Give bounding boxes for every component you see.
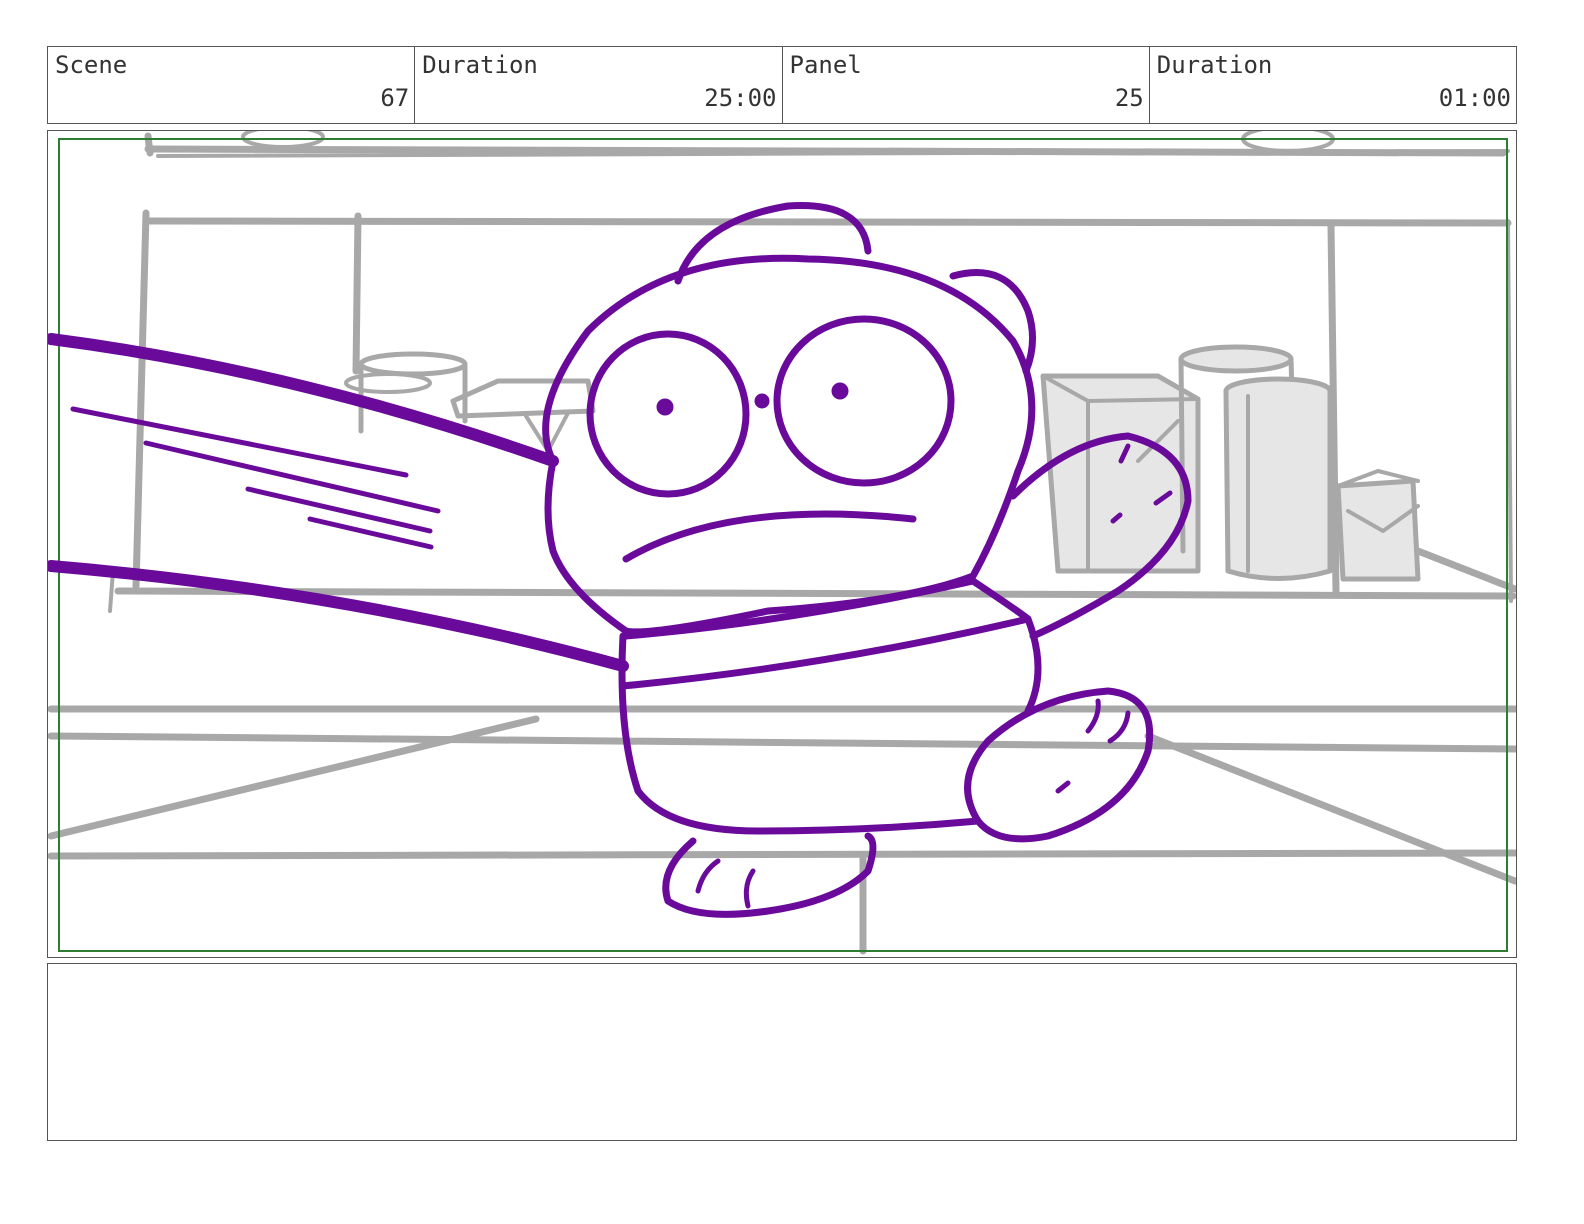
- panel-label: Panel: [789, 51, 862, 79]
- action-notes-box[interactable]: [47, 963, 1517, 1141]
- scene-label: Scene: [55, 51, 128, 79]
- panel-cell: Panel 25: [783, 47, 1150, 123]
- scene-cell: Scene 67: [48, 47, 416, 123]
- storyboard-header: Scene 67 Duration 25:00 Panel 25 Duratio…: [47, 46, 1517, 124]
- storyboard-panel: [47, 130, 1517, 958]
- character-drawing: [48, 202, 1192, 918]
- panel-duration-label: Duration: [1156, 51, 1273, 79]
- scene-duration-cell: Duration 25:00: [415, 47, 783, 123]
- scene-duration-value: 25:00: [704, 84, 777, 112]
- panel-number: 25: [1114, 84, 1144, 112]
- panel-duration-value: 01:00: [1438, 84, 1511, 112]
- panel-drawing: [48, 131, 1516, 955]
- scene-duration-label: Duration: [422, 51, 538, 79]
- panel-duration-cell: Duration 01:00: [1150, 47, 1516, 123]
- scene-number: 67: [380, 84, 410, 112]
